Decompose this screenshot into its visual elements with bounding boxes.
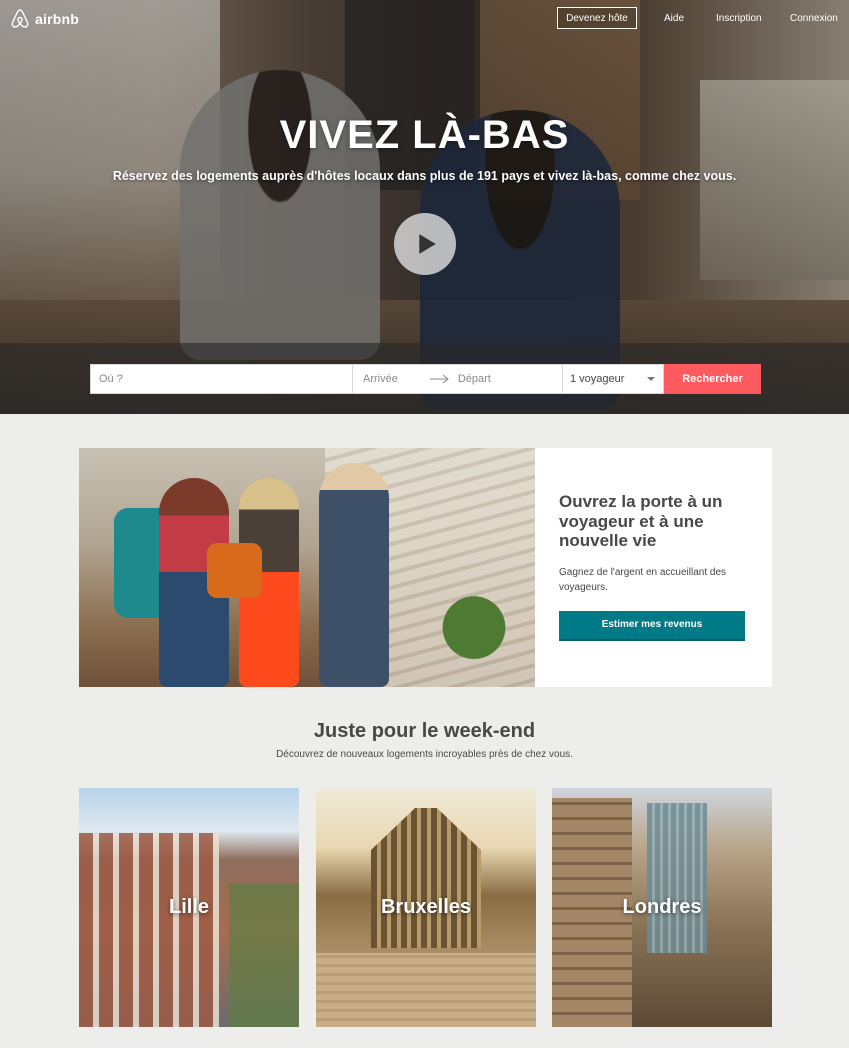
weekend-section-subtitle: Découvrez de nouveaux logements incroyab… <box>276 749 573 760</box>
estimate-earnings-button[interactable]: Estimer mes revenus <box>559 610 745 641</box>
city-card-lille[interactable]: Lille <box>79 788 299 1027</box>
search-button[interactable]: Rechercher <box>664 364 761 394</box>
guests-select[interactable]: 1 voyageur <box>563 364 664 394</box>
promo-image-tote-bag <box>207 543 262 598</box>
city-card-londres[interactable]: Londres <box>552 788 772 1027</box>
hero-title: VIVEZ LÀ-BAS <box>279 113 570 157</box>
airbnb-belo-icon <box>11 9 29 28</box>
caret-down-icon <box>647 377 655 381</box>
host-promo-image <box>79 448 535 687</box>
login-link[interactable]: Connexion <box>790 13 838 24</box>
promo-description: Gagnez de l'argent en accueillant des vo… <box>559 566 727 593</box>
play-icon <box>419 234 436 254</box>
signup-link[interactable]: Inscription <box>716 13 762 24</box>
weekend-section-title: Juste pour le week-end <box>313 720 536 742</box>
help-link[interactable]: Aide <box>664 13 684 24</box>
city-card-label: Londres <box>622 896 702 918</box>
city-card-label: Bruxelles <box>380 896 472 918</box>
arrow-right-icon <box>429 374 449 384</box>
search-form: Où ? Arrivée Départ 1 voyageur Recherche… <box>90 364 761 394</box>
logo-text: airbnb <box>35 11 79 27</box>
host-promo-text: Ouvrez la porte à un voyageur et à une n… <box>535 448 772 687</box>
host-promo-card: Ouvrez la porte à un voyageur et à une n… <box>79 448 772 687</box>
dates-field: Arrivée Départ <box>353 364 563 394</box>
promo-image-host <box>319 463 389 687</box>
promo-title: Ouvrez la porte à un voyageur et à une n… <box>559 492 723 550</box>
promo-image-plant <box>439 588 509 687</box>
hero-banner: airbnb Devenez hôte Aide Inscription Con… <box>0 0 849 414</box>
hero-subtitle: Réservez des logements auprès d'hôtes lo… <box>112 169 737 183</box>
checkout-input[interactable]: Départ <box>458 373 491 385</box>
play-video-button[interactable] <box>394 213 456 275</box>
guests-value: 1 voyageur <box>570 373 625 385</box>
where-input[interactable]: Où ? <box>90 364 353 394</box>
airbnb-logo[interactable]: airbnb <box>8 7 79 31</box>
become-host-button[interactable]: Devenez hôte <box>557 7 637 29</box>
city-card-bruxelles[interactable]: Bruxelles <box>316 788 536 1027</box>
checkin-input[interactable]: Arrivée <box>363 373 398 385</box>
city-card-label: Lille <box>168 896 209 918</box>
